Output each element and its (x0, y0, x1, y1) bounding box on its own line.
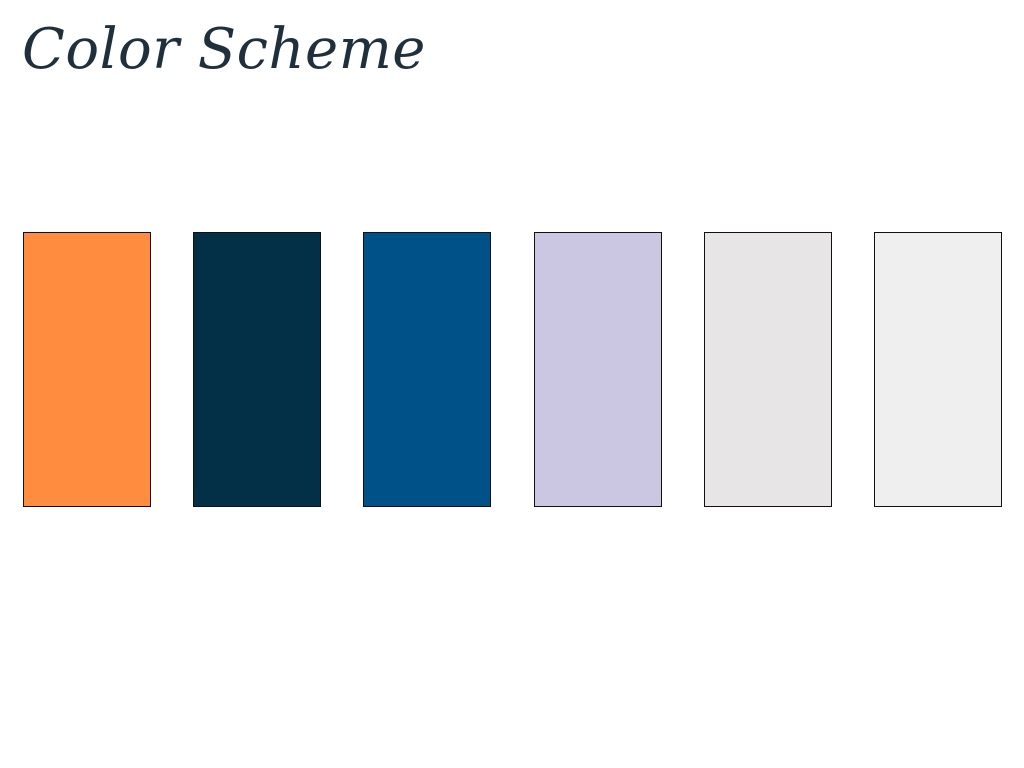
swatch-orange (23, 232, 151, 507)
swatch-dark-navy (193, 232, 322, 507)
swatch-blue (363, 232, 492, 507)
swatch-lavender (533, 232, 662, 507)
swatch-row (23, 232, 1002, 507)
swatch-light-gray (703, 232, 832, 507)
swatch-off-white (873, 232, 1002, 507)
color-scheme-page: Color Scheme (0, 0, 1024, 768)
page-title: Color Scheme (22, 17, 426, 82)
